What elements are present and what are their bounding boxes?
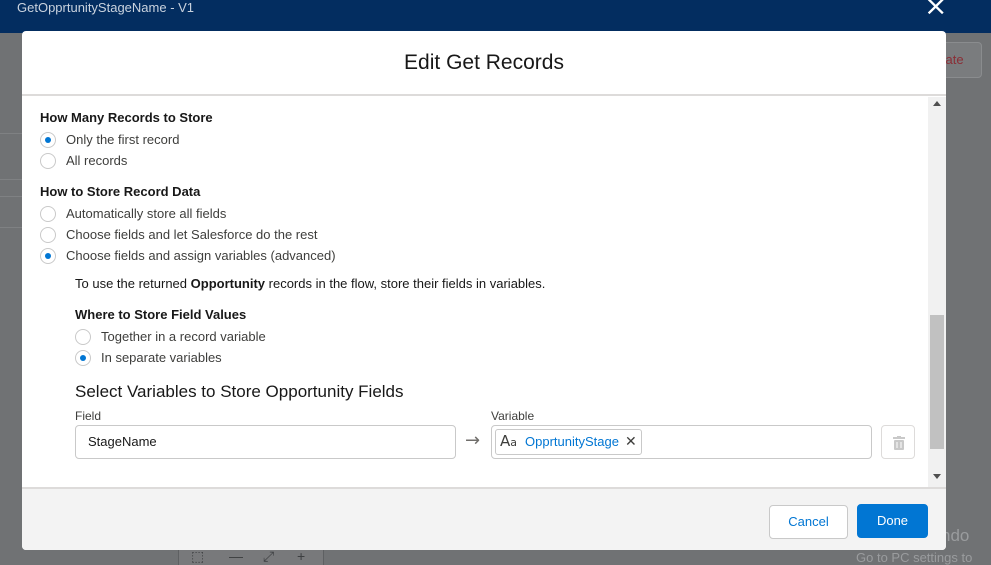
field-input[interactable]: StageName	[75, 425, 456, 459]
radio-label: In separate variables	[101, 350, 222, 365]
app-title: GetOpprtunityStageName - V1	[17, 0, 195, 15]
radio-button[interactable]	[40, 248, 56, 264]
divider	[0, 133, 22, 134]
modal-body[interactable]: How Many Records to Store Only the first…	[22, 97, 946, 487]
radio-label: Only the first record	[66, 132, 180, 147]
radio-button[interactable]	[75, 350, 91, 366]
variable-pill-label: OpprtunityStage	[525, 434, 619, 449]
radio-choose-fields-salesforce[interactable]: Choose fields and let Salesforce do the …	[40, 226, 317, 244]
radio-auto-store[interactable]: Automatically store all fields	[40, 205, 226, 223]
radio-button[interactable]	[40, 206, 56, 222]
modal-scrollbar[interactable]	[928, 97, 946, 487]
radio-label: All records	[66, 153, 128, 168]
radio-label: Automatically store all fields	[66, 206, 227, 221]
radio-only-first-record[interactable]: Only the first record	[40, 131, 179, 149]
variable-pill[interactable]: Aa OpprtunityStage ✕	[495, 429, 642, 455]
radio-button[interactable]	[75, 329, 91, 345]
radio-choose-fields-advanced[interactable]: Choose fields and assign variables (adva…	[40, 247, 336, 265]
windows-watermark-sub: Go to PC settings to	[856, 550, 973, 565]
scroll-down-icon[interactable]	[933, 474, 941, 479]
info-text-before: To use the returned	[75, 276, 191, 291]
info-text-after: records in the flow, store their fields …	[265, 276, 546, 291]
scroll-thumb[interactable]	[930, 315, 944, 449]
field-column-label: Field	[75, 409, 102, 423]
zoom-out-icon: —	[229, 548, 243, 564]
radio-button[interactable]	[40, 153, 56, 169]
divider	[0, 227, 22, 228]
modal-title: Edit Get Records	[404, 51, 564, 74]
variable-input[interactable]: Aa OpprtunityStage ✕	[491, 425, 872, 459]
how-many-label: How Many Records to Store	[40, 110, 213, 125]
cancel-button[interactable]: Cancel	[769, 505, 848, 539]
radio-label: Together in a record variable	[101, 329, 266, 344]
trash-icon	[893, 436, 905, 450]
scroll-up-icon[interactable]	[933, 101, 941, 106]
radio-button[interactable]	[40, 227, 56, 243]
fit-icon: ⤢	[263, 548, 275, 564]
info-text: To use the returned Opportunity records …	[75, 276, 545, 292]
info-text-object: Opportunity	[190, 276, 266, 291]
select-icon: ⬚	[191, 548, 205, 564]
divider	[0, 196, 22, 197]
select-variables-heading: Select Variables to Store Opportunity Fi…	[75, 382, 404, 401]
remove-pill-icon[interactable]: ✕	[625, 426, 637, 458]
zoom-in-icon: +	[297, 548, 306, 564]
close-icon[interactable]: ×	[924, 0, 947, 20]
how-to-store-label: How to Store Record Data	[40, 184, 201, 199]
delete-row-button[interactable]	[881, 425, 915, 459]
modal-header: Edit Get Records	[22, 31, 946, 96]
where-to-store-label: Where to Store Field Values	[75, 307, 247, 322]
done-button[interactable]: Done	[857, 504, 928, 538]
radio-label: Choose fields and let Salesforce do the …	[66, 227, 318, 242]
app-header: GetOpprtunityStageName - V1 ×	[0, 0, 991, 33]
variable-column-label: Variable	[491, 409, 535, 423]
radio-record-variable[interactable]: Together in a record variable	[75, 328, 266, 346]
radio-all-records[interactable]: All records	[40, 152, 127, 170]
edit-get-records-modal: Edit Get Records How Many Records to Sto…	[22, 31, 946, 550]
divider	[0, 179, 22, 180]
arrow-right-icon: →	[465, 430, 481, 451]
radio-label: Choose fields and assign variables (adva…	[66, 248, 336, 263]
canvas-toolbar: ⬚ — ⤢ +	[178, 548, 324, 565]
radio-button[interactable]	[40, 132, 56, 148]
radio-separate-variables[interactable]: In separate variables	[75, 349, 222, 367]
modal-footer: Cancel Done	[22, 487, 946, 550]
text-variable-icon: Aa	[500, 432, 518, 450]
